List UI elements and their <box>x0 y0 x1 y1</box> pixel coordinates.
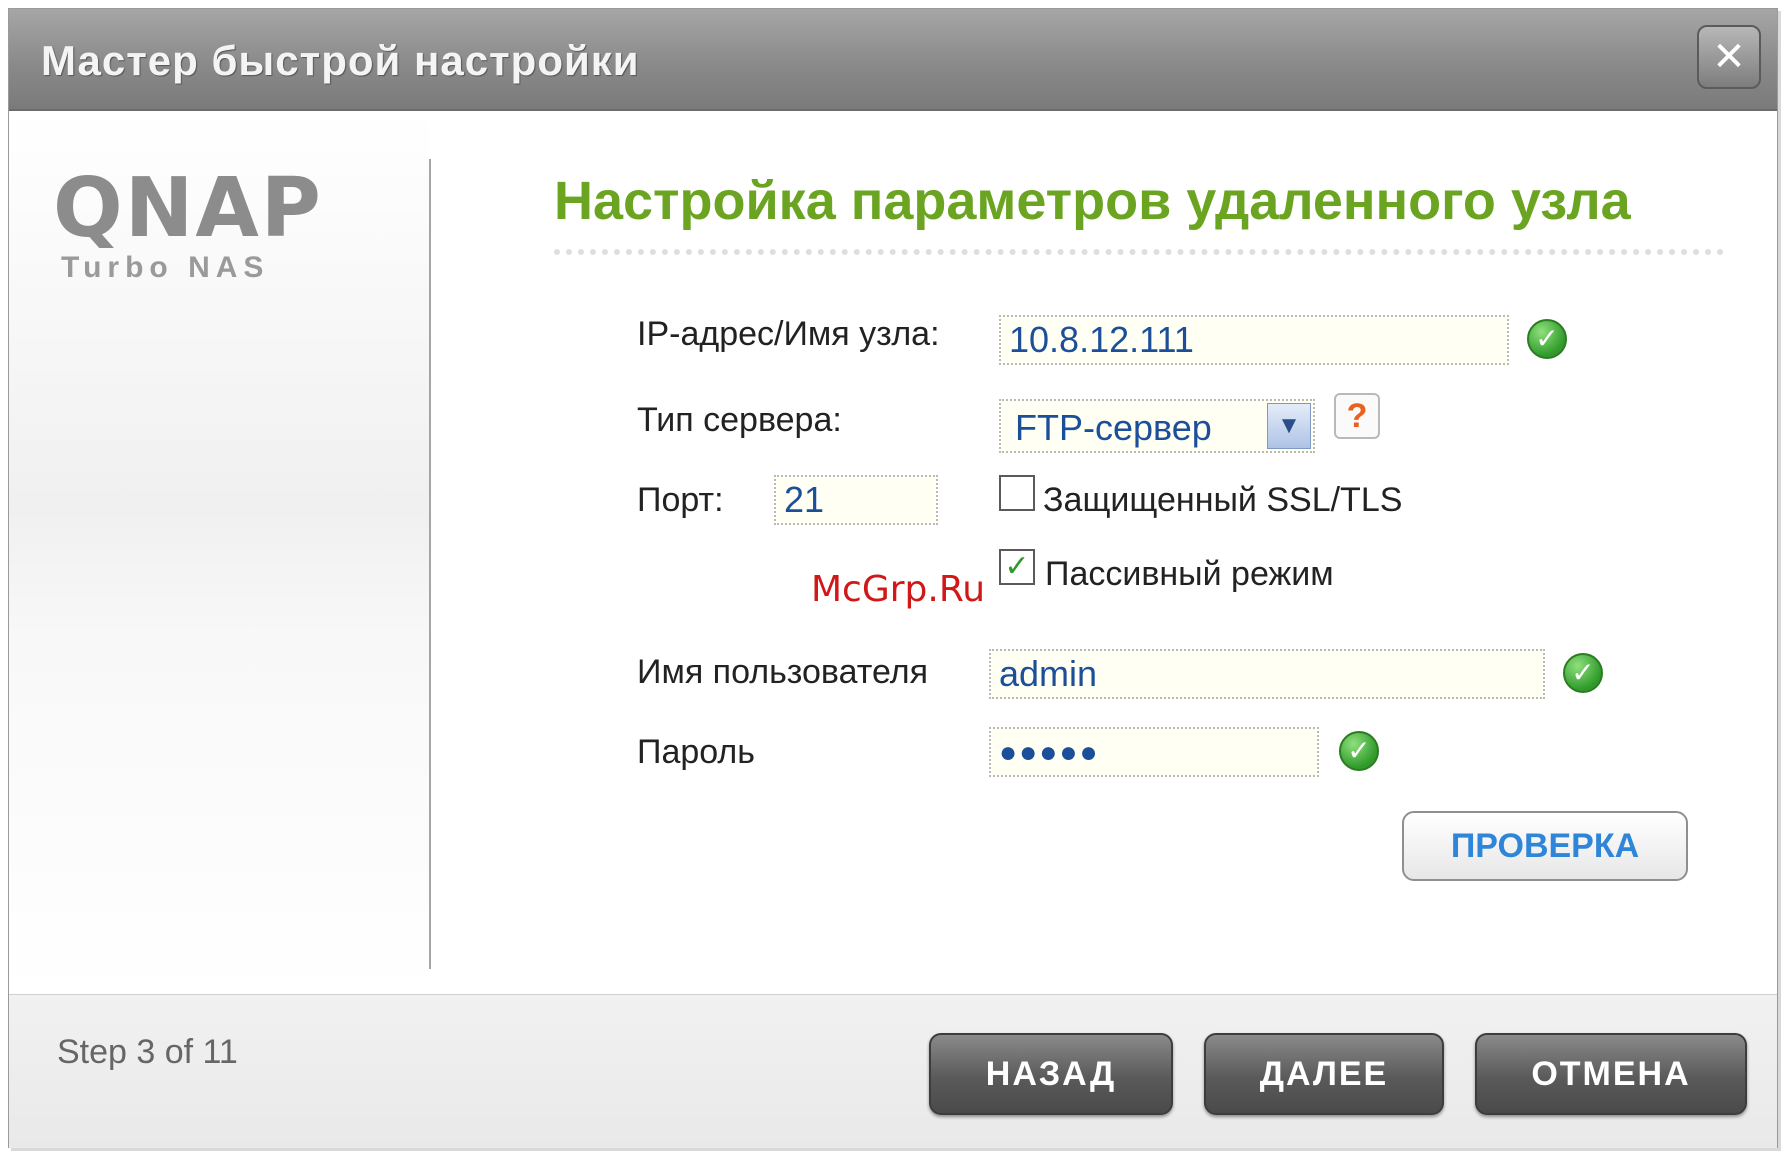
check-circle-icon: ✓ <box>1563 653 1603 693</box>
panel-divider <box>429 159 431 969</box>
server-type-select[interactable]: FTP-сервер ▼ <box>999 399 1315 453</box>
back-button[interactable]: НАЗАД <box>929 1033 1173 1115</box>
ssl-checkbox[interactable] <box>999 475 1035 511</box>
side-panel: QNAP Turbo NAS <box>9 111 429 991</box>
watermark-text: McGrp.Ru <box>811 569 986 610</box>
title-bar[interactable]: Мастер быстрой настройки ✕ <box>9 9 1777 111</box>
username-label: Имя пользователя <box>637 653 928 691</box>
page-title: Настройка параметров удаленного узла <box>554 171 1631 231</box>
ssl-label: Защищенный SSL/TLS <box>1043 481 1403 519</box>
server-type-label: Тип сервера: <box>637 401 842 439</box>
close-icon: ✕ <box>1712 35 1746 79</box>
port-label: Порт: <box>637 481 724 519</box>
check-circle-icon: ✓ <box>1527 319 1567 359</box>
dialog-footer: Step 3 of 11 НАЗАД ДАЛЕЕ ОТМЕНА <box>9 994 1777 1148</box>
host-label: IP-адрес/Имя узла: <box>637 315 940 353</box>
checkmark-icon: ✓ <box>1004 550 1030 583</box>
host-input[interactable] <box>999 315 1509 365</box>
quick-setup-dialog: Мастер быстрой настройки ✕ QNAP Turbo NA… <box>8 8 1778 1148</box>
question-icon[interactable]: ? <box>1334 393 1380 439</box>
cancel-button[interactable]: ОТМЕНА <box>1475 1033 1747 1115</box>
qnap-logo: QNAP <box>53 161 323 256</box>
port-input[interactable] <box>774 475 938 525</box>
dialog-title: Мастер быстрой настройки <box>41 37 640 84</box>
verify-button[interactable]: ПРОВЕРКА <box>1402 811 1688 881</box>
password-input[interactable]: ●●●●● <box>989 727 1319 777</box>
username-input[interactable] <box>989 649 1545 699</box>
check-circle-icon: ✓ <box>1339 731 1379 771</box>
server-type-value: FTP-сервер <box>1015 407 1212 448</box>
chevron-down-icon[interactable]: ▼ <box>1267 403 1311 449</box>
close-button[interactable]: ✕ <box>1697 25 1761 89</box>
step-indicator: Step 3 of 11 <box>57 1033 238 1071</box>
help-glyph: ? <box>1346 396 1368 435</box>
passive-label: Пассивный режим <box>1045 555 1334 593</box>
passive-checkbox[interactable]: ✓ <box>999 549 1035 585</box>
password-label: Пароль <box>637 733 755 771</box>
heading-divider <box>554 249 1724 255</box>
turbo-nas-logo: Turbo NAS <box>61 251 270 284</box>
next-button[interactable]: ДАЛЕЕ <box>1204 1033 1444 1115</box>
